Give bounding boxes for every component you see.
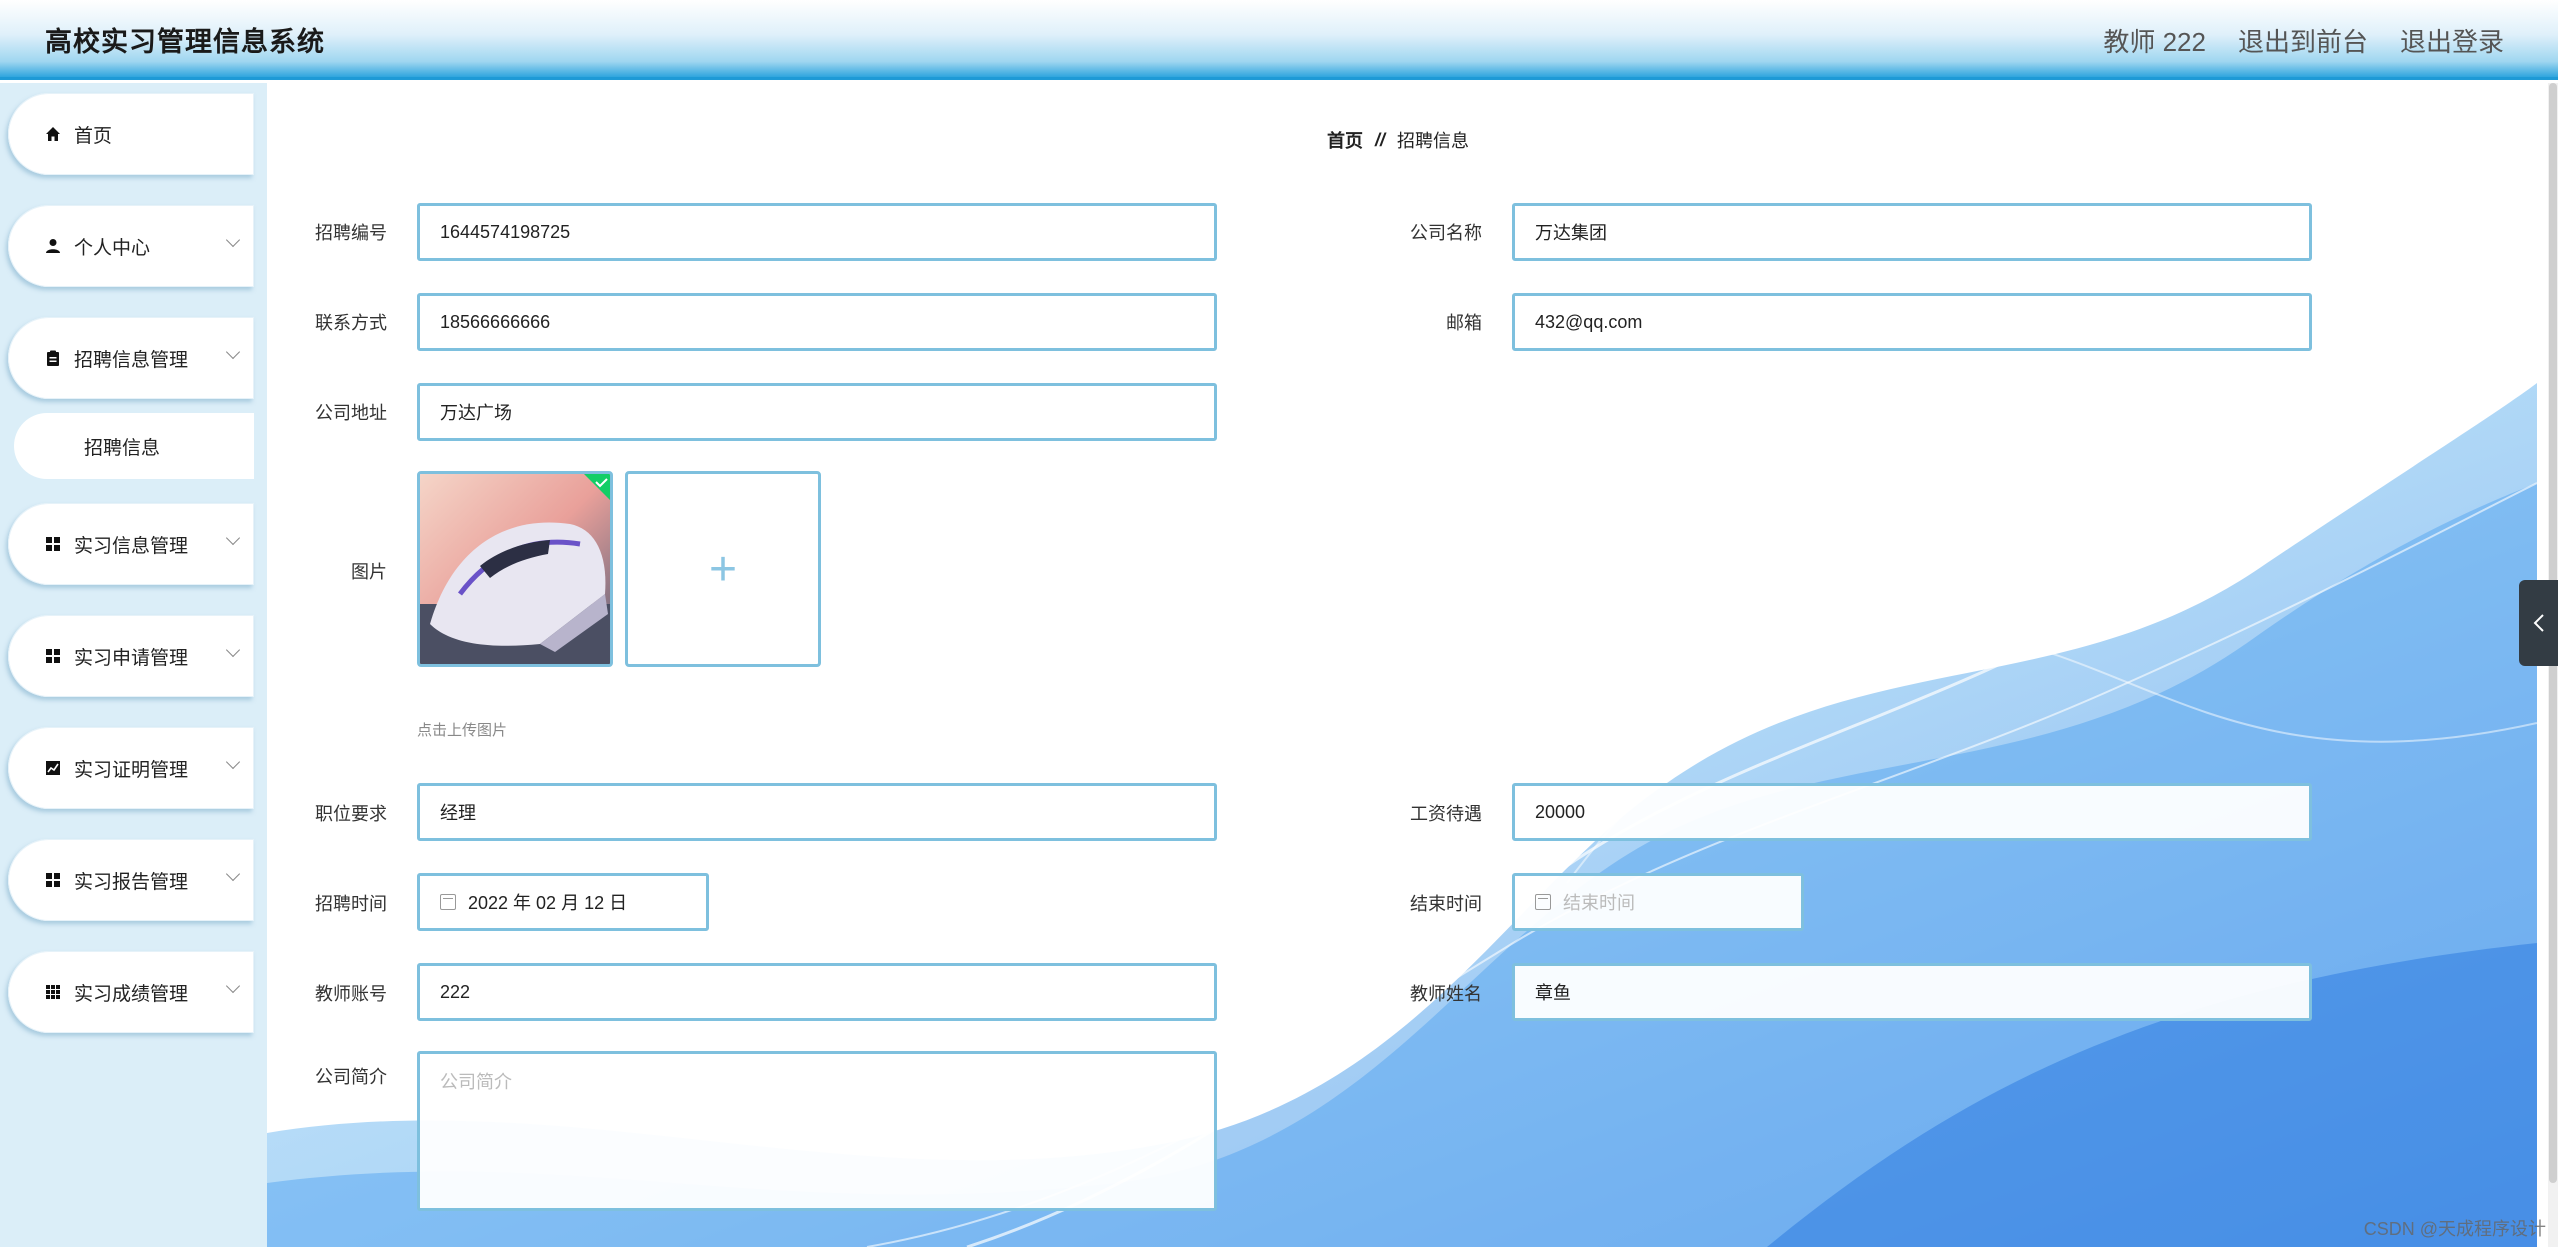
sidebar-item-internship-score[interactable]: 实习成绩管理: [8, 951, 254, 1033]
sidebar-item-label: 首页: [74, 125, 113, 147]
breadcrumb-separator: //: [1375, 129, 1386, 150]
grid-icon: [44, 871, 62, 889]
user-icon: [44, 237, 62, 255]
chevron-down-icon: [225, 642, 241, 658]
main-content: 首页 // 招聘信息 招聘编号 1644574198725 公司名称 万达集团 …: [267, 83, 2537, 1247]
address-input[interactable]: 万达广场: [417, 383, 1217, 441]
sidebar-item-label: 实习报告管理: [74, 871, 189, 893]
chevron-down-icon: [225, 530, 241, 546]
intro-textarea[interactable]: 公司简介: [417, 1051, 1217, 1211]
intro-label: 公司简介: [315, 1067, 387, 1087]
company-name-input[interactable]: 万达集团: [1512, 203, 2312, 261]
recruit-no-label: 招聘编号: [315, 223, 387, 243]
salary-input[interactable]: 20000: [1512, 783, 2312, 841]
teacher-name-input[interactable]: 章鱼: [1512, 963, 2312, 1021]
sidebar-item-internship-apply[interactable]: 实习申请管理: [8, 615, 254, 697]
sidebar-item-label: 个人中心: [74, 237, 151, 259]
sidebar-item-label: 实习信息管理: [74, 535, 189, 557]
chevron-left-icon: [2533, 614, 2544, 632]
company-name-label: 公司名称: [1410, 223, 1482, 243]
teacher-name-label: 教师姓名: [1410, 984, 1482, 1004]
calendar-icon: [1535, 894, 1551, 910]
collapse-panel-button[interactable]: [2519, 580, 2558, 666]
chevron-down-icon: [225, 344, 241, 360]
end-time-label: 结束时间: [1410, 894, 1482, 914]
recruit-no-input[interactable]: 1644574198725: [417, 203, 1217, 261]
sidebar-item-internship-report[interactable]: 实习报告管理: [8, 839, 254, 921]
breadcrumb-current: 招聘信息: [1397, 131, 1470, 151]
upload-add-button[interactable]: +: [625, 471, 821, 667]
sidebar-subitem-recruit-info[interactable]: 招聘信息: [14, 413, 254, 479]
upload-success-icon: [584, 474, 610, 500]
address-label: 公司地址: [315, 403, 387, 423]
watermark: CSDN @天成程序设计: [2363, 1219, 2546, 1239]
chevron-down-icon: [225, 232, 241, 248]
breadcrumb: 首页 // 招聘信息: [1327, 127, 1469, 153]
sidebar-item-label: 实习申请管理: [74, 647, 189, 669]
image-label: 图片: [351, 562, 387, 582]
app-title: 高校实习管理信息系统: [45, 27, 325, 57]
salary-label: 工资待遇: [1410, 804, 1482, 824]
recruit-time-label: 招聘时间: [315, 894, 387, 914]
sidebar-subitem-label: 招聘信息: [84, 437, 161, 459]
sidebar-item-label: 实习成绩管理: [74, 983, 189, 1005]
top-header: 高校实习管理信息系统 教师 222 退出到前台 退出登录: [0, 0, 2558, 80]
end-time-placeholder: 结束时间: [1563, 893, 1635, 913]
sidebar-item-label: 招聘信息管理: [74, 349, 189, 371]
chevron-down-icon: [225, 866, 241, 882]
breadcrumb-home[interactable]: 首页: [1327, 127, 1363, 153]
email-input[interactable]: 432@qq.com: [1512, 293, 2312, 351]
calendar-icon: [440, 894, 456, 910]
uploaded-image-thumbnail[interactable]: [417, 471, 613, 667]
contact-label: 联系方式: [315, 313, 387, 333]
chart-icon: [44, 759, 62, 777]
teacher-account-input[interactable]: 222: [417, 963, 1217, 1021]
sidebar-item-internship-info[interactable]: 实习信息管理: [8, 503, 254, 585]
recruit-time-picker[interactable]: 2022 年 02 月 12 日: [417, 873, 709, 931]
chevron-down-icon: [225, 754, 241, 770]
grid-icon: [44, 535, 62, 553]
current-user: 教师 222: [2103, 27, 2206, 57]
position-input[interactable]: 经理: [417, 783, 1217, 841]
logout-link[interactable]: 退出登录: [2400, 22, 2504, 59]
position-label: 职位要求: [315, 804, 387, 824]
contact-input[interactable]: 18566666666: [417, 293, 1217, 351]
sidebar-item-internship-proof[interactable]: 实习证明管理: [8, 727, 254, 809]
email-label: 邮箱: [1446, 313, 1482, 333]
sidebar: 首页 个人中心 招聘信息管理 招聘信息 实习信息管理 实习申请管理 实习证明管理…: [0, 83, 267, 1247]
grid-icon: [44, 647, 62, 665]
recruit-time-value: 2022 年 02 月 12 日: [468, 893, 628, 913]
header-actions: 教师 222 退出到前台 退出登录: [2103, 22, 2504, 59]
sidebar-item-personal-center[interactable]: 个人中心: [8, 205, 254, 287]
chevron-down-icon: [225, 978, 241, 994]
home-icon: [44, 125, 62, 143]
clipboard-icon: [44, 349, 62, 367]
sidebar-item-label: 实习证明管理: [74, 759, 189, 781]
teacher-account-label: 教师账号: [315, 984, 387, 1004]
grid9-icon: [44, 983, 62, 1001]
sidebar-item-recruit-management[interactable]: 招聘信息管理: [8, 317, 254, 399]
back-to-front-link[interactable]: 退出到前台: [2238, 22, 2368, 59]
end-time-picker[interactable]: 结束时间: [1512, 873, 1804, 931]
sidebar-item-home[interactable]: 首页: [8, 93, 254, 175]
upload-hint: 点击上传图片: [417, 722, 508, 739]
